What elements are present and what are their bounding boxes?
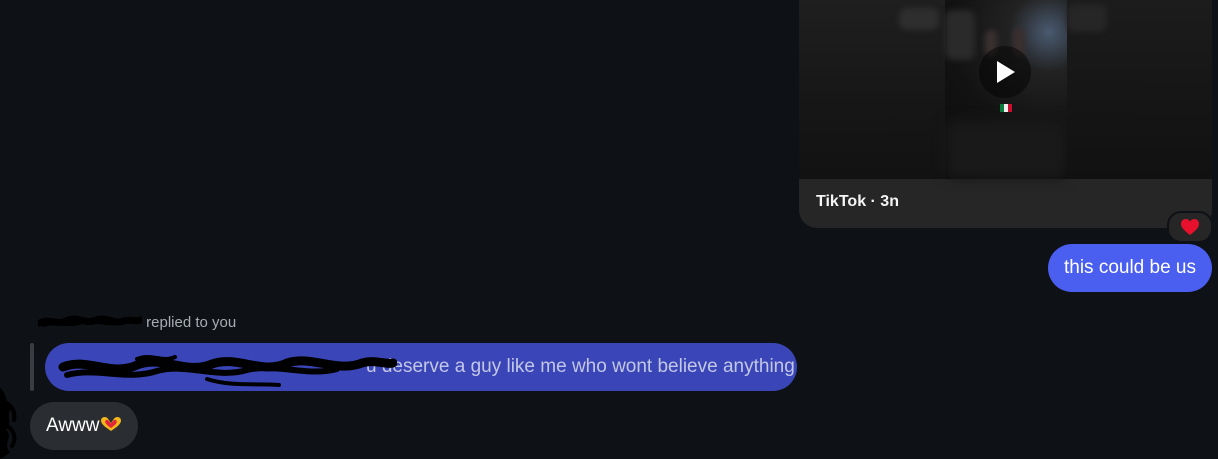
chat-thread: TikTok · 3n this could be us replied to … — [0, 0, 1218, 459]
mexico-flag-icon — [1000, 104, 1012, 112]
thumbnail-blur-right — [1067, 0, 1212, 179]
avatar[interactable] — [0, 380, 26, 459]
redacted-text-scribble — [58, 355, 397, 387]
reply-indicator: replied to you — [38, 314, 236, 331]
tiktok-caption: TikTok · 3n — [816, 193, 899, 210]
tiktok-share-card[interactable]: TikTok · 3n — [799, 0, 1212, 228]
outgoing-message-bubble[interactable]: this could be us — [1047, 244, 1212, 292]
reply-quote-bar — [30, 343, 34, 391]
incoming-message-bubble[interactable]: Awww — [30, 402, 138, 450]
reply-label: replied to you — [146, 314, 237, 331]
incoming-message-text: Awww — [46, 415, 100, 436]
quoted-message-bubble[interactable]: u deserve a guy like me who wont believe… — [45, 343, 797, 391]
heart-hands-icon — [100, 417, 121, 431]
play-icon[interactable] — [979, 46, 1031, 98]
heart-reaction-icon[interactable] — [1167, 211, 1213, 243]
redacted-name-scribble — [38, 315, 142, 327]
thumbnail-blur-left — [799, 0, 945, 179]
quoted-message-text: u deserve a guy like me who wont believe… — [366, 356, 795, 377]
video-thumbnail[interactable] — [799, 0, 1212, 179]
